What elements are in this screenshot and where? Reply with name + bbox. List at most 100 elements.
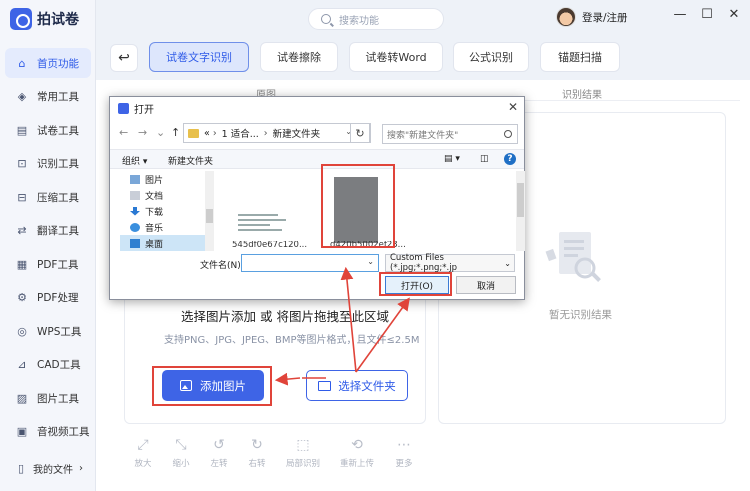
dialog-close-button[interactable]: ✕ (508, 100, 518, 114)
breadcrumb-overflow[interactable]: « (204, 128, 210, 139)
breadcrumb-separator: › (263, 127, 268, 139)
user-area[interactable]: 登录/注册 (556, 7, 628, 27)
scan-icon: ⊡ (17, 157, 27, 170)
sidebar-item-pdf-tools[interactable]: ▦ PDF工具 (5, 249, 91, 279)
download-icon (130, 206, 140, 216)
view-menu-icon[interactable]: ▤ ▾ (444, 154, 460, 164)
sidebar-item-home[interactable]: ⌂ 首页功能 (5, 48, 91, 78)
tab-label: 公式识别 (469, 51, 513, 64)
minimize-button[interactable]: — (673, 7, 687, 22)
tree-item-label: 下载 (145, 207, 164, 218)
cancel-button[interactable]: 取消 (456, 276, 516, 294)
preview-pane-icon[interactable]: ◫ (480, 154, 489, 164)
new-folder-button[interactable]: 新建文件夹 (168, 154, 213, 167)
chevron-down-icon[interactable]: ⌄ (367, 257, 374, 266)
sidebar-item-label: 识别工具 (37, 158, 79, 170)
file-name[interactable]: 545df0e67c120... (232, 241, 307, 251)
reupload-tool[interactable]: ⟲ 重新上传 (340, 437, 374, 469)
sidebar-item-image-tools[interactable]: ▨ 图片工具 (5, 383, 91, 413)
layers-icon: ◈ (17, 90, 27, 103)
avatar[interactable] (556, 7, 576, 27)
cancel-button-label: 取消 (476, 281, 495, 292)
dialog-search-placeholder: 搜索"新建文件夹" (387, 130, 459, 141)
filename-input[interactable]: ⌄ (241, 254, 379, 272)
breadcrumb-item[interactable]: 1 适合... (222, 126, 259, 140)
organize-menu[interactable]: 组织 ▾ (122, 154, 147, 167)
tool-label: 右转 (248, 459, 266, 469)
sidebar-item-recognition-tools[interactable]: ⊡ 识别工具 (5, 149, 91, 179)
reupload-icon: ⟲ (351, 437, 363, 453)
upload-instruction: 选择图片添加 或 将图片拖拽至此区域 (181, 309, 389, 324)
sidebar-item-translate-tools[interactable]: ⇄ 翻译工具 (5, 216, 91, 246)
pdf-icon: ▦ (16, 257, 28, 271)
file-list-scrollbar[interactable] (516, 171, 525, 251)
tree-item-documents[interactable]: 文档 (120, 187, 214, 203)
media-icon: ▣ (16, 425, 28, 438)
refresh-button[interactable]: ↻ (350, 123, 370, 143)
tab-anchor-scan[interactable]: 锚题扫描 (540, 42, 620, 72)
login-link[interactable]: 登录/注册 (582, 10, 628, 25)
highlight-open-button (379, 272, 452, 296)
sidebar-item-wps-tools[interactable]: ◎ WPS工具 (5, 316, 91, 346)
recent-dropdown-icon[interactable]: ⌄ (156, 126, 165, 139)
highlight-selected-file (321, 164, 395, 248)
sidebar-item-paper-tools[interactable]: ▤ 试卷工具 (5, 115, 91, 145)
translate-icon: ⇄ (17, 224, 27, 237)
folder-tree: 图片 文档 下载 音乐 桌面 (120, 171, 214, 251)
tree-item-desktop[interactable]: 桌面 (120, 235, 214, 251)
sidebar-item-label: 试卷工具 (37, 124, 79, 137)
more-icon: ⋯ (397, 437, 411, 453)
breadcrumb-item[interactable]: 新建文件夹 (273, 126, 321, 140)
sidebar-item-common-tools[interactable]: ◈ 常用工具 (5, 82, 91, 112)
wps-icon: ◎ (17, 324, 27, 338)
sidebar-item-compress-tools[interactable]: ⊟ 压缩工具 (5, 182, 91, 212)
sidebar-item-label: 常用工具 (37, 91, 79, 103)
filename-label: 文件名(N): (200, 261, 244, 271)
tree-item-music[interactable]: 音乐 (120, 219, 214, 235)
sidebar-item-media-tools[interactable]: ▣ 音视频工具 (5, 417, 91, 447)
scroll-thumb[interactable] (206, 209, 213, 223)
dialog-title: 打开 (134, 104, 154, 116)
close-button[interactable]: ✕ (727, 7, 741, 22)
rotate-right-tool[interactable]: ↻ 右转 (240, 437, 274, 469)
dialog-search-input[interactable]: 搜索"新建文件夹" (382, 124, 518, 144)
file-thumbnail[interactable] (232, 211, 312, 245)
maximize-button[interactable]: ☐ (700, 7, 714, 22)
scroll-thumb[interactable] (517, 183, 524, 217)
tree-scrollbar[interactable] (205, 171, 214, 251)
tree-item-label: 文档 (145, 191, 164, 202)
tree-item-pictures[interactable]: 图片 (120, 171, 214, 187)
tree-item-label: 音乐 (145, 223, 164, 234)
search-placeholder: 搜索功能 (339, 15, 379, 27)
tree-item-downloads[interactable]: 下载 (120, 203, 214, 219)
sidebar-item-label: PDF工具 (37, 258, 79, 271)
help-icon[interactable]: ? (504, 153, 516, 165)
file-icon: ▯ (17, 462, 25, 475)
forward-arrow-icon[interactable]: → (138, 126, 147, 139)
breadcrumb-separator: › (212, 127, 217, 139)
expand-icon: ⤢ (137, 437, 149, 453)
tool-label: 更多 (395, 459, 413, 469)
tab-label: 试卷擦除 (277, 51, 321, 64)
my-files-link[interactable]: ▯ 我的文件 › (14, 461, 83, 476)
address-bar[interactable]: « › 1 适合... › 新建文件夹 ⌄ (183, 123, 371, 143)
partial-recognition-tool[interactable]: ⬚ 局部识别 (286, 437, 320, 469)
rotate-left-tool[interactable]: ↺ 左转 (202, 437, 236, 469)
up-arrow-icon[interactable]: ↑ (171, 126, 180, 139)
back-button[interactable]: ↩ (110, 44, 138, 72)
more-tool[interactable]: ⋯ 更多 (387, 437, 421, 469)
tab-paper-to-word[interactable]: 试卷转Word (349, 42, 443, 72)
home-icon: ⌂ (18, 56, 26, 70)
sidebar-item-cad-tools[interactable]: ⊿ CAD工具 (5, 350, 91, 380)
sidebar-item-pdf-process[interactable]: ⚙ PDF处理 (5, 283, 91, 313)
tab-paper-erase[interactable]: 试卷擦除 (260, 42, 338, 72)
filetype-select[interactable]: Custom Files (*.jpg;*.png;*.jp ⌄ (385, 253, 515, 273)
search-input[interactable]: 搜索功能 (308, 8, 444, 30)
tab-paper-text-recognition[interactable]: 试卷文字识别 (149, 42, 249, 72)
back-arrow-icon[interactable]: ← (119, 126, 128, 139)
select-folder-button[interactable]: 选择文件夹 (306, 370, 408, 401)
zoom-out-tool[interactable]: ⤡ 缩小 (164, 437, 198, 469)
tab-formula-recognition[interactable]: 公式识别 (453, 42, 529, 72)
sidebar-item-label: 音视频工具 (37, 426, 90, 438)
zoom-in-tool[interactable]: ⤢ 放大 (126, 437, 160, 469)
